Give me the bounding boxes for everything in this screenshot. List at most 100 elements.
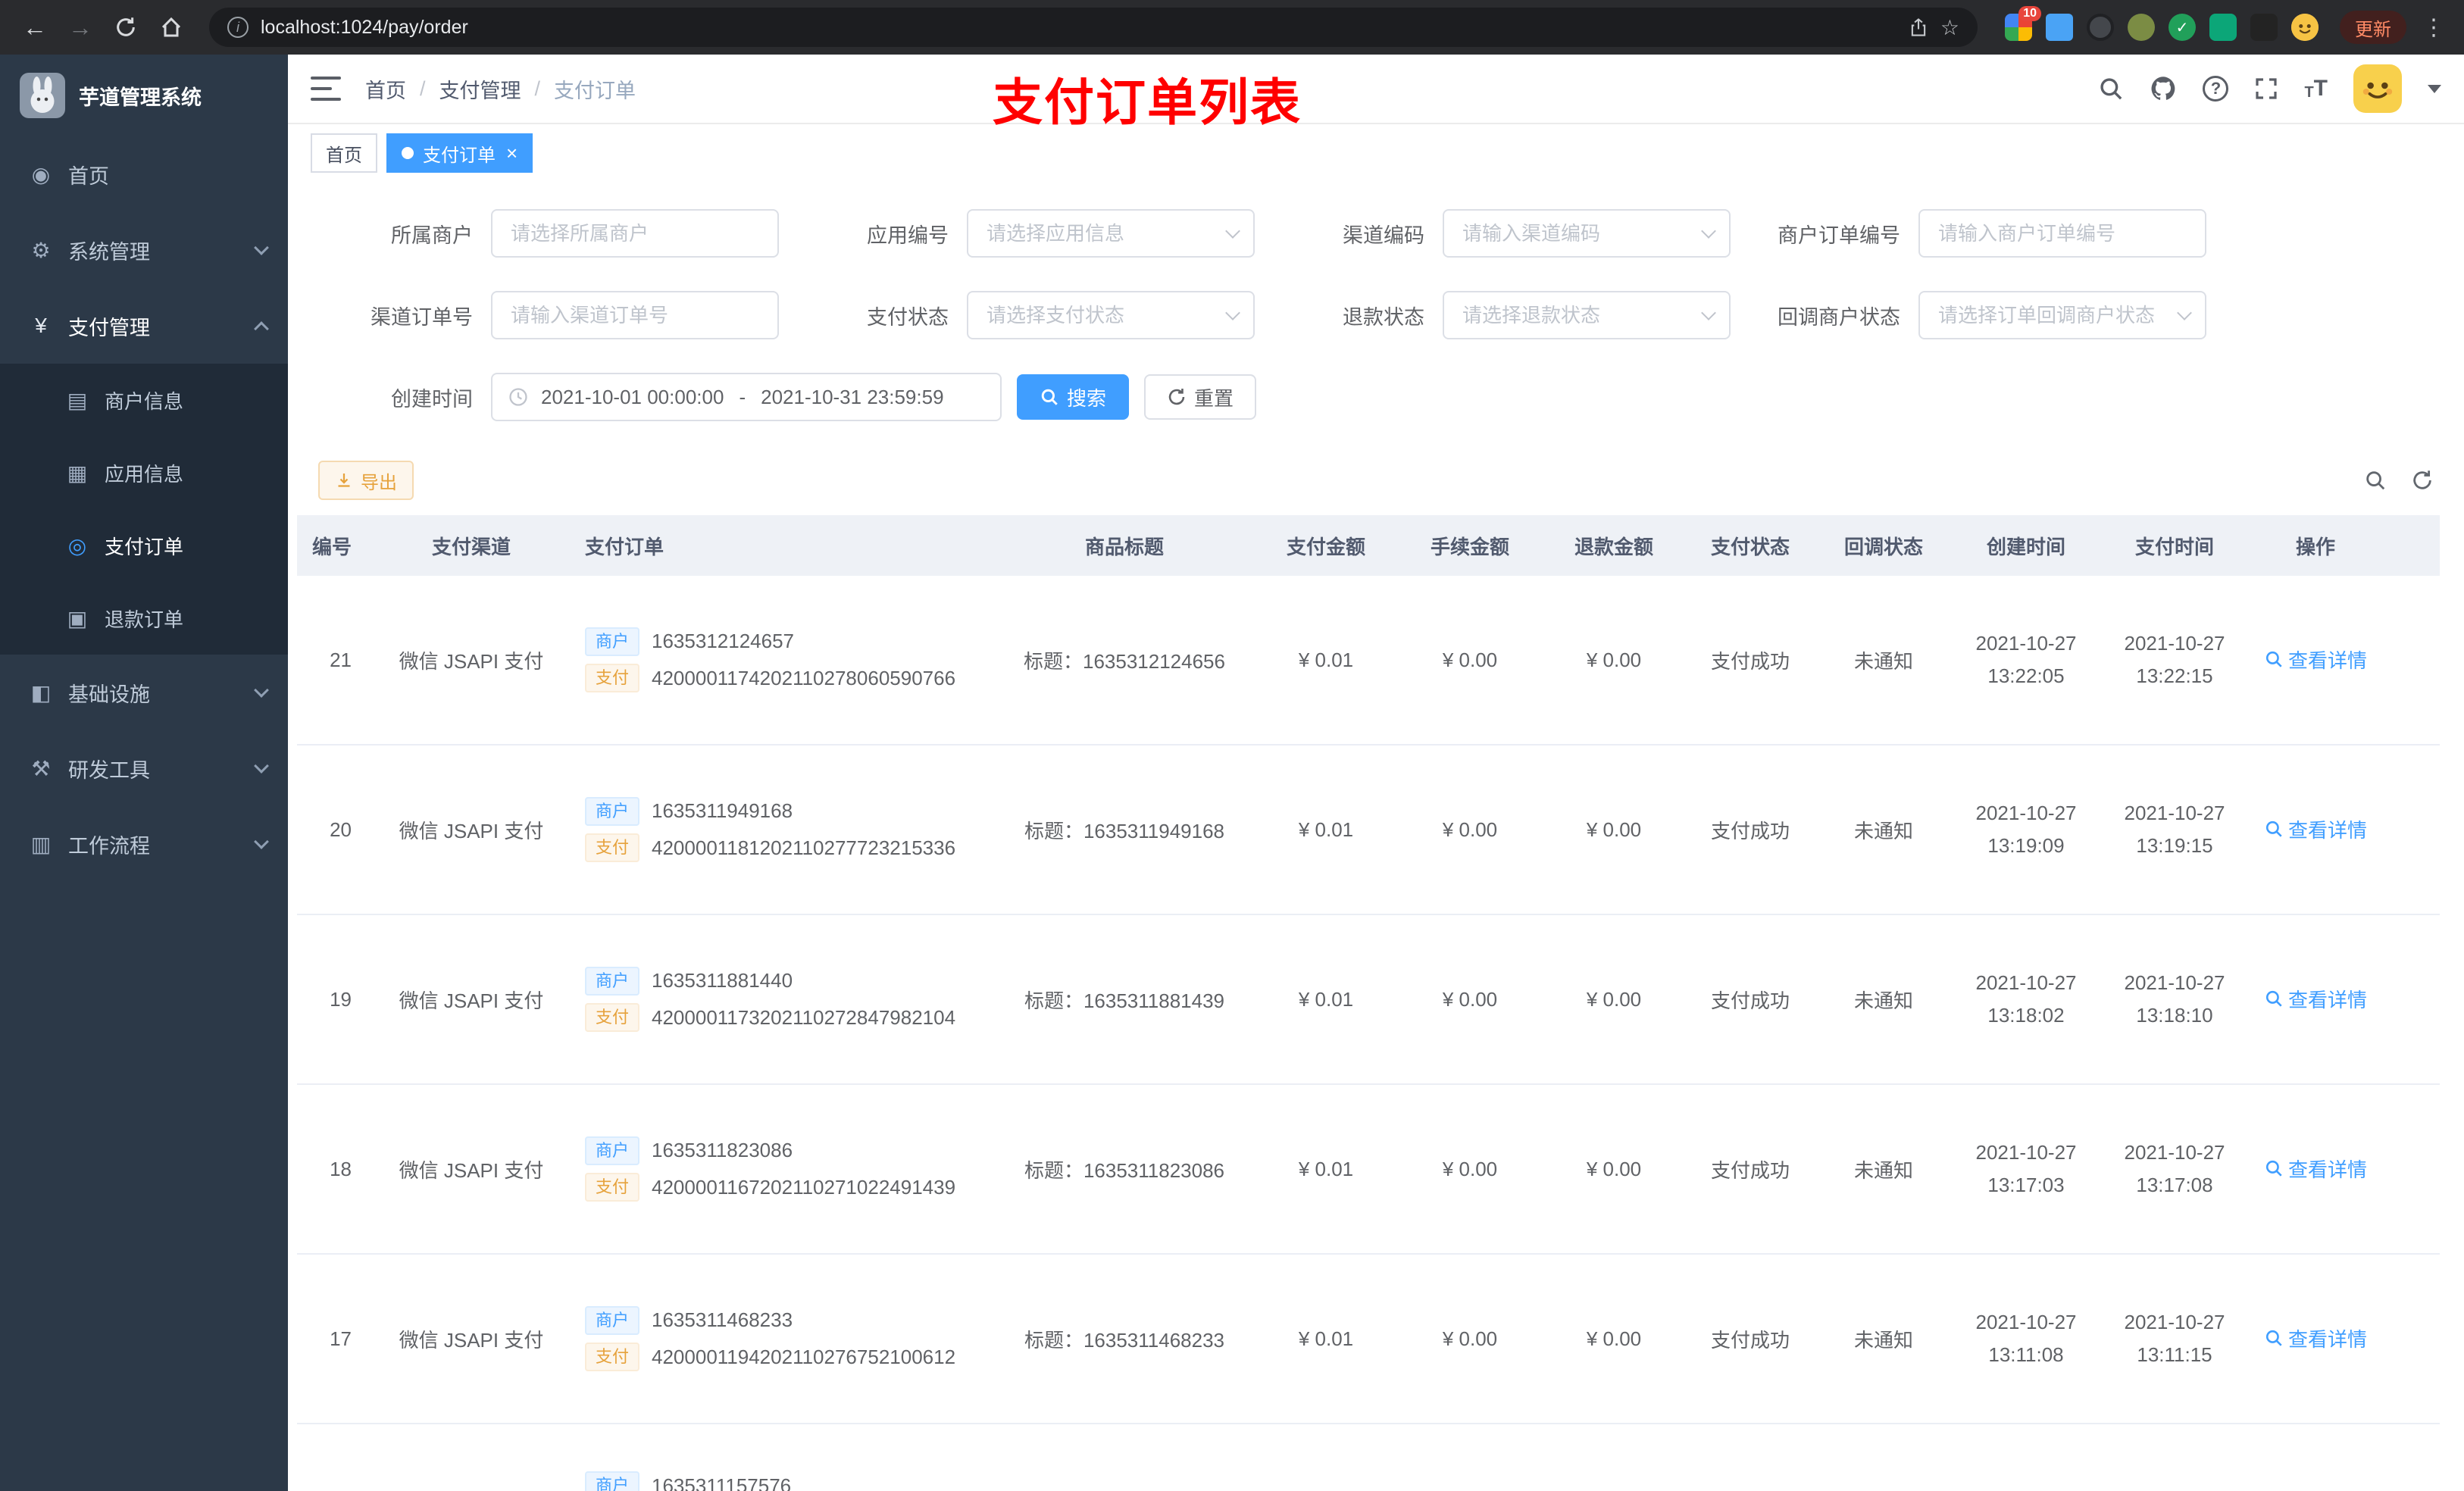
merchant-select[interactable] xyxy=(491,209,779,258)
toggle-search-icon[interactable] xyxy=(2364,469,2387,492)
refund-amount: ¥ 0.00 xyxy=(1586,987,1642,1011)
browser-update-button[interactable]: 更新 xyxy=(2340,11,2406,44)
tab-close-icon[interactable]: × xyxy=(506,143,518,163)
tab-label: 首页 xyxy=(326,145,362,166)
browser-forward-icon[interactable]: → xyxy=(61,8,100,47)
extension-chat-icon[interactable] xyxy=(2209,14,2237,41)
document-icon: ▣ xyxy=(67,606,88,630)
screen: ← → i localhost:1024/pay/order ☆ 10 ✓ 更新… xyxy=(0,0,2464,1491)
share-icon[interactable] xyxy=(1909,17,1928,38)
notify-status: 未通知 xyxy=(1853,989,1913,1012)
pay-time: 2021-10-27 13:22:15 xyxy=(2124,632,2225,687)
merchant-order-no: 1635311157576 xyxy=(652,1474,792,1491)
notify-status: 未通知 xyxy=(1853,649,1913,673)
hamburger-icon[interactable] xyxy=(311,77,341,101)
view-detail-link[interactable]: 查看详情 xyxy=(2264,1324,2367,1352)
filter-label: 创建时间 xyxy=(391,387,473,411)
sidebar-item-infrastructure[interactable]: ◧ 基础设施 xyxy=(0,655,288,730)
browser-profile-avatar[interactable] xyxy=(2291,14,2319,41)
create-time: 2021-10-27 13:17:03 xyxy=(1975,1141,2077,1196)
search-button[interactable]: 搜索 xyxy=(1017,374,1130,420)
pay-channel: 微信 JSAPI 支付 xyxy=(399,819,544,842)
orders-table: 编号 支付渠道 支付订单 商品标题 支付金额 手续金额 退款金额 支付状态 回调… xyxy=(297,515,2440,1491)
chevron-down-icon xyxy=(254,240,269,255)
view-detail-link[interactable]: 查看详情 xyxy=(2264,815,2367,843)
notify-status-select[interactable] xyxy=(1918,291,2206,339)
fee-amount: ¥ 0.00 xyxy=(1442,1157,1498,1180)
notify-status: 未通知 xyxy=(1853,1328,1913,1352)
filter-form: 所属商户 应用编号 xyxy=(288,182,2464,421)
fullscreen-icon[interactable] xyxy=(2254,77,2278,101)
extension-icon[interactable] xyxy=(2128,14,2155,41)
site-info-icon[interactable]: i xyxy=(227,17,249,38)
merchant-tag: 商户 xyxy=(585,1305,640,1335)
pay-amount: ¥ 0.01 xyxy=(1298,987,1354,1011)
sidebar-item-system[interactable]: ⚙ 系统管理 xyxy=(0,212,288,288)
date-range-input[interactable]: 2021-10-01 00:00:00 - 2021-10-31 23:59:5… xyxy=(491,373,1002,421)
merchant-order-no: 1635311949168 xyxy=(652,799,793,823)
filter-field-channel-order-no: 渠道订单号 xyxy=(303,291,779,339)
address-bar[interactable]: i localhost:1024/pay/order ☆ xyxy=(209,8,1978,47)
font-size-icon[interactable]: TT xyxy=(2304,77,2328,101)
sidebar-item-app-info[interactable]: ▦ 应用信息 xyxy=(0,436,288,509)
tab-home[interactable]: 首页 xyxy=(311,133,377,173)
tab-label: 支付订单 xyxy=(423,145,496,166)
table-row: 18 微信 JSAPI 支付 商户 1635311823086 支付 42000… xyxy=(297,1085,2440,1255)
pay-status-select[interactable] xyxy=(967,291,1255,339)
reset-button[interactable]: 重置 xyxy=(1144,374,1257,420)
column-header: 回调状态 xyxy=(1843,535,1923,558)
browser-home-icon[interactable] xyxy=(152,8,191,47)
channel-order-no-input[interactable] xyxy=(491,291,779,339)
user-avatar[interactable] xyxy=(2353,64,2402,113)
view-detail-link[interactable]: 查看详情 xyxy=(2264,645,2367,674)
bookmark-star-icon[interactable]: ☆ xyxy=(1940,15,1959,40)
sidebar-item-home[interactable]: ◉ 首页 xyxy=(0,136,288,212)
breadcrumb-pay-manage[interactable]: 支付管理 xyxy=(439,74,521,104)
filter-field-merchant: 所属商户 xyxy=(303,209,779,258)
refund-status-select[interactable] xyxy=(1443,291,1731,339)
extension-check-icon[interactable]: ✓ xyxy=(2169,14,2196,41)
filter-label: 退款状态 xyxy=(1343,305,1424,329)
sidebar-item-payment[interactable]: ¥ 支付管理 xyxy=(0,288,288,364)
sidebar-item-pay-order[interactable]: ◎ 支付订单 xyxy=(0,509,288,582)
browser-back-icon[interactable]: ← xyxy=(15,8,55,47)
main-panel: 支付订单列表 首页 / 支付管理 / 支付订单 ? T T 首页 支付订单 × … xyxy=(288,55,2464,1491)
merchant-order-no-input[interactable] xyxy=(1918,209,2206,258)
view-detail-link[interactable]: 查看详情 xyxy=(2264,985,2367,1013)
github-icon[interactable] xyxy=(2150,75,2177,102)
app-logo[interactable]: 芋道管理系统 xyxy=(0,55,288,136)
pay-channel: 微信 JSAPI 支付 xyxy=(399,989,544,1012)
chevron-down-icon xyxy=(254,758,269,774)
help-icon[interactable]: ? xyxy=(2203,76,2229,102)
view-detail-link[interactable]: 查看详情 xyxy=(2264,1155,2367,1183)
extension-puzzle-icon[interactable] xyxy=(2250,14,2278,41)
user-menu-caret-icon[interactable] xyxy=(2428,84,2441,93)
sidebar-item-workflow[interactable]: ▥ 工作流程 xyxy=(0,806,288,882)
dashboard-icon: ◉ xyxy=(31,162,51,186)
column-header: 商品标题 xyxy=(1084,535,1164,558)
tab-pay-order[interactable]: 支付订单 × xyxy=(386,133,533,173)
breadcrumb-home[interactable]: 首页 xyxy=(365,74,406,104)
merchant-tag: 商户 xyxy=(585,1136,640,1165)
workspace: 芋道管理系统 ◉ 首页 ⚙ 系统管理 ¥ 支付管理 ▤ 商户信息 ▦ 应用信息 … xyxy=(0,55,2464,1491)
export-button[interactable]: 导出 xyxy=(318,461,414,500)
clock-icon xyxy=(508,386,529,408)
app-select[interactable] xyxy=(967,209,1255,258)
channel-code-select[interactable] xyxy=(1443,209,1731,258)
pay-amount: ¥ 0.01 xyxy=(1298,1327,1354,1350)
sidebar-item-refund-order[interactable]: ▣ 退款订单 xyxy=(0,582,288,655)
pay-amount: ¥ 0.01 xyxy=(1298,817,1354,841)
extension-icon[interactable] xyxy=(2046,14,2073,41)
pay-channel: 微信 JSAPI 支付 xyxy=(399,649,544,673)
extension-icon[interactable]: 10 xyxy=(2005,6,2041,41)
search-icon[interactable] xyxy=(2098,76,2124,102)
browser-reload-icon[interactable] xyxy=(106,8,145,47)
extension-icon[interactable] xyxy=(2087,14,2114,41)
browser-menu-icon[interactable]: ⋮ xyxy=(2419,14,2449,41)
sidebar-item-devtools[interactable]: ⚒ 研发工具 xyxy=(0,730,288,806)
refresh-icon[interactable] xyxy=(2411,469,2434,492)
sidebar-item-merchant-info[interactable]: ▤ 商户信息 xyxy=(0,364,288,436)
product-title: 标题：1635311949168 xyxy=(1024,819,1225,842)
pay-time: 2021-10-27 13:11:15 xyxy=(2124,1311,2225,1366)
chevron-down-icon xyxy=(254,834,269,849)
